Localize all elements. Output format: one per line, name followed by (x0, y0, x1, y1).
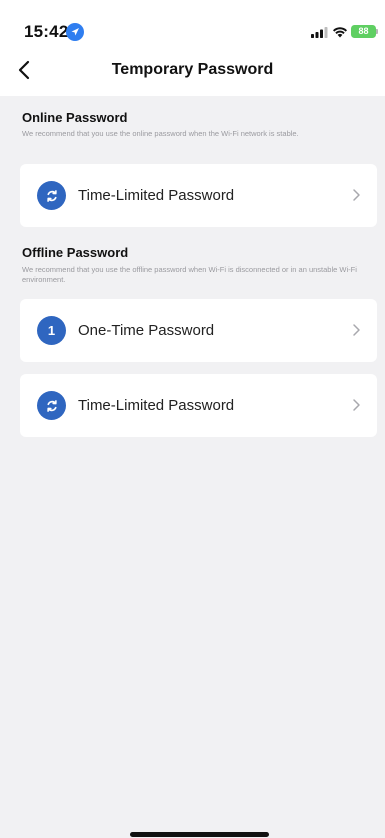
location-arrow-icon (66, 23, 84, 41)
section-title-online: Online Password (22, 110, 128, 125)
refresh-icon (37, 391, 66, 420)
battery-level: 88 (351, 25, 376, 38)
page-title: Temporary Password (111, 61, 274, 78)
header-area: 15:42 88 Temporary Password (0, 0, 385, 96)
section-desc-offline: We recommend that you use the offline pa… (22, 265, 357, 284)
home-indicator[interactable] (130, 832, 269, 837)
chevron-right-icon (353, 324, 360, 336)
number-one-icon: 1 (37, 316, 66, 345)
battery-cap (376, 29, 378, 34)
refresh-icon (37, 181, 66, 210)
cellular-signal-icon (311, 27, 328, 38)
status-time: 15:42 (24, 22, 69, 41)
card-label: Time-Limited Password (78, 397, 235, 414)
one-time-password-item[interactable]: 1 One-Time Password (20, 299, 377, 362)
card-label: Time-Limited Password (78, 187, 235, 204)
chevron-right-icon (353, 189, 360, 201)
time-limited-password-offline-item[interactable]: Time-Limited Password (20, 374, 377, 437)
chevron-right-icon (353, 399, 360, 411)
time-limited-password-online-item[interactable]: Time-Limited Password (20, 164, 377, 227)
card-label: One-Time Password (78, 322, 215, 339)
screen: 15:42 88 Temporary Password Online Passw… (0, 0, 385, 838)
wifi-icon (333, 27, 347, 38)
section-title-offline: Offline Password (22, 245, 129, 260)
section-desc-online: We recommend that you use the online pas… (22, 129, 299, 138)
